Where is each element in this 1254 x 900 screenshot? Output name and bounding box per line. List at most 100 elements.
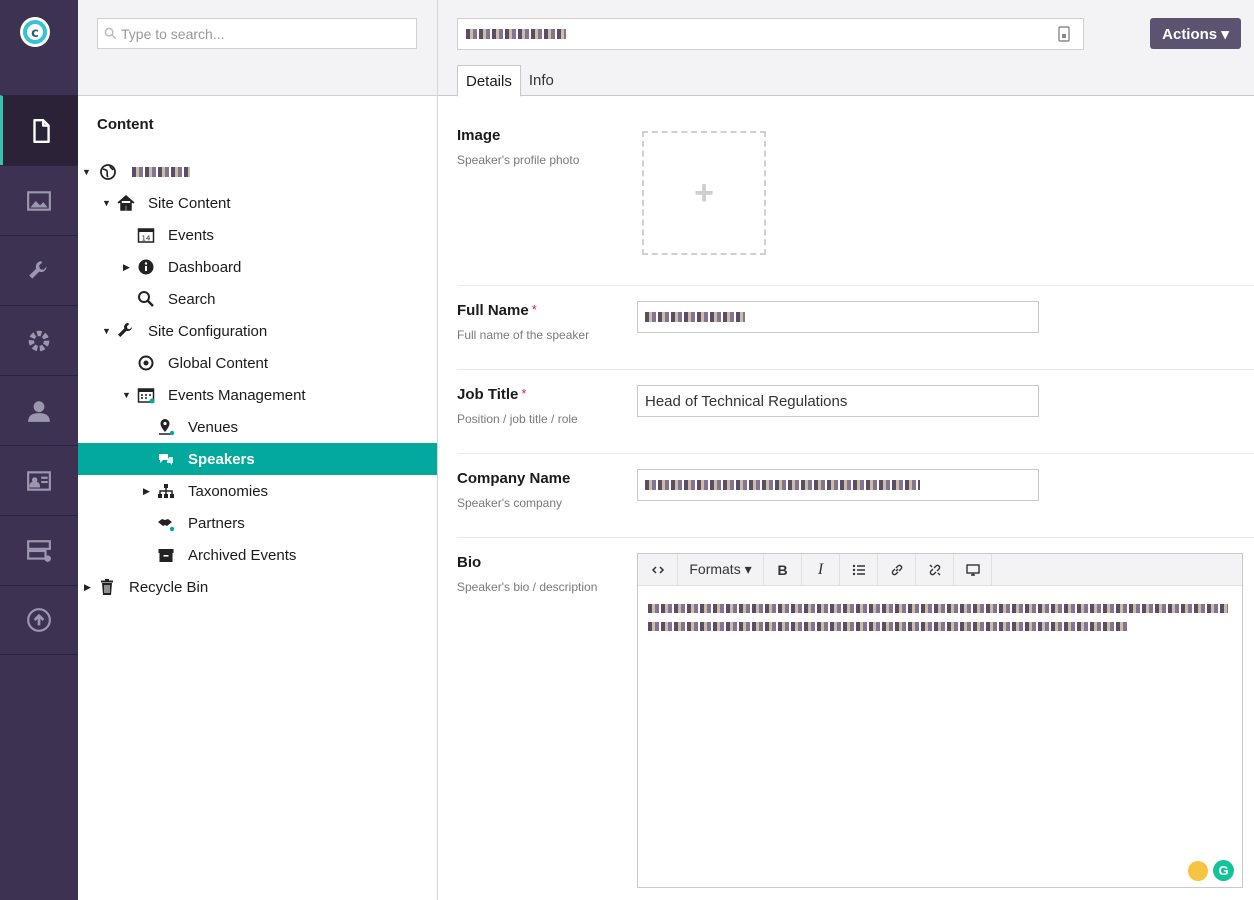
tree-node-site-content[interactable]: ▼ Site Content (78, 187, 437, 219)
tree-node-speakers[interactable]: Speakers (78, 443, 437, 475)
emoji-icon[interactable] (1188, 861, 1208, 881)
calendar-settings-icon (136, 385, 156, 405)
tree-node-events[interactable]: 14 Events (78, 219, 437, 251)
formats-dropdown[interactable]: Formats ▾ (678, 553, 764, 586)
list-icon (852, 564, 865, 575)
full-name-description: Full name of the speaker (457, 328, 590, 342)
redacted-full-name (645, 312, 745, 322)
rail-media[interactable] (0, 165, 78, 235)
link-button[interactable] (878, 553, 916, 586)
cloud-upload-icon (27, 608, 51, 632)
rte-toolbar: Formats ▾ B I (638, 553, 1242, 586)
rte-content[interactable] (648, 604, 1228, 631)
image-description: Speaker's profile photo (457, 153, 580, 167)
tree-node-label: Venues (188, 418, 239, 436)
image-picker[interactable]: + (642, 131, 766, 255)
required-marker: * (521, 386, 527, 401)
divider (457, 369, 1254, 370)
tree-node-recycle-bin[interactable]: ▶ Recycle Bin (78, 571, 437, 603)
home-icon (116, 193, 136, 213)
bullet-list-button[interactable] (840, 553, 878, 586)
content-tree-panel: Content ▼ ▼ Site Content 14 Events ▶ Das… (78, 0, 438, 900)
tree-node-label: Site Content (148, 194, 231, 212)
tree-node-venues[interactable]: Venues (78, 411, 437, 443)
tree-node-label: Search (168, 290, 216, 308)
lock-icon[interactable] (1057, 26, 1071, 42)
umbraco-logo-icon[interactable]: c (18, 15, 52, 49)
link-icon (891, 564, 902, 575)
unlink-button[interactable] (916, 553, 954, 586)
caret-down-icon[interactable]: ▼ (122, 391, 131, 400)
tree-node-taxonomies[interactable]: ▶ Taxonomies (78, 475, 437, 507)
speech-bubbles-icon (156, 449, 176, 469)
tree-search[interactable] (97, 18, 417, 49)
tree-node-dashboard[interactable]: ▶ Dashboard (78, 251, 437, 283)
caret-right-icon[interactable]: ▶ (123, 263, 131, 272)
rail-content[interactable] (0, 95, 78, 165)
sitemap-icon (156, 481, 176, 501)
gear-icon (28, 330, 50, 351)
caret-right-icon[interactable]: ▶ (84, 583, 92, 592)
bio-description: Speaker's bio / description (457, 580, 598, 594)
redacted-node-name (466, 29, 566, 39)
rail-deploy[interactable] (0, 585, 78, 655)
tree-node-label: Speakers (188, 450, 255, 468)
job-title-input[interactable]: Head of Technical Regulations (637, 385, 1039, 417)
image-label: Image (457, 127, 501, 144)
bold-button[interactable]: B (764, 553, 802, 586)
rail-forms[interactable] (0, 515, 78, 585)
tree-node-global-content[interactable]: Global Content (78, 347, 437, 379)
caret-right-icon[interactable]: ▶ (143, 487, 151, 496)
redacted-bio-line (648, 622, 1128, 631)
rail-settings[interactable] (0, 235, 78, 305)
rail-developer[interactable] (0, 305, 78, 375)
tree-node-events-management[interactable]: ▼ Events Management (78, 379, 437, 411)
unlink-icon (929, 564, 940, 575)
tree-node-label: Archived Events (188, 546, 297, 564)
tree-node-partners[interactable]: Partners (78, 507, 437, 539)
tree-node-search[interactable]: Search (78, 283, 437, 315)
info-icon (136, 257, 156, 277)
bio-label: Bio (457, 554, 482, 571)
actions-button[interactable]: Actions ▾ (1150, 18, 1241, 49)
archive-icon (156, 545, 176, 565)
search-input[interactable] (121, 25, 401, 42)
tree-node-root[interactable]: ▼ (78, 156, 437, 188)
caret-down-icon[interactable]: ▼ (82, 168, 91, 177)
grammarly-icon[interactable]: G (1213, 860, 1234, 881)
bio-rich-text-editor[interactable]: Formats ▾ B I G (637, 553, 1243, 888)
svg-text:c: c (31, 26, 39, 41)
form-icon (27, 539, 51, 562)
redacted-company-name (645, 480, 920, 490)
rail-users[interactable] (0, 375, 78, 445)
rail-members[interactable] (0, 445, 78, 515)
section-rail: c (0, 0, 78, 900)
tree-node-site-configuration[interactable]: ▼ Site Configuration (78, 315, 437, 347)
divider (457, 285, 1254, 286)
tab-details[interactable]: Details (457, 65, 521, 97)
full-name-label: Full Name * (457, 302, 537, 319)
tree-node-label: Taxonomies (188, 482, 269, 500)
required-marker: * (531, 302, 537, 317)
node-name-input[interactable] (457, 18, 1084, 50)
tree-node-archived-events[interactable]: Archived Events (78, 539, 437, 571)
italic-button[interactable]: I (802, 553, 840, 586)
handshake-icon (156, 513, 176, 533)
globe-icon (98, 162, 118, 182)
redacted-bio-line (648, 604, 1228, 613)
caret-down-icon[interactable]: ▼ (102, 199, 111, 208)
tab-info[interactable]: Info (521, 65, 562, 96)
source-code-button[interactable] (638, 553, 678, 586)
document-icon (32, 118, 50, 143)
user-icon (28, 400, 50, 422)
company-name-label: Company Name (457, 470, 571, 487)
caret-down-icon[interactable]: ▼ (102, 327, 111, 336)
editor-header: Actions ▾ Details Info (438, 0, 1254, 97)
target-icon (136, 353, 156, 373)
job-title-label: Job Title * (457, 386, 527, 403)
full-name-input[interactable] (637, 301, 1039, 333)
trash-icon (97, 577, 117, 597)
company-name-input[interactable] (637, 469, 1039, 501)
embed-button[interactable] (954, 553, 992, 586)
svg-text:14: 14 (142, 235, 151, 243)
